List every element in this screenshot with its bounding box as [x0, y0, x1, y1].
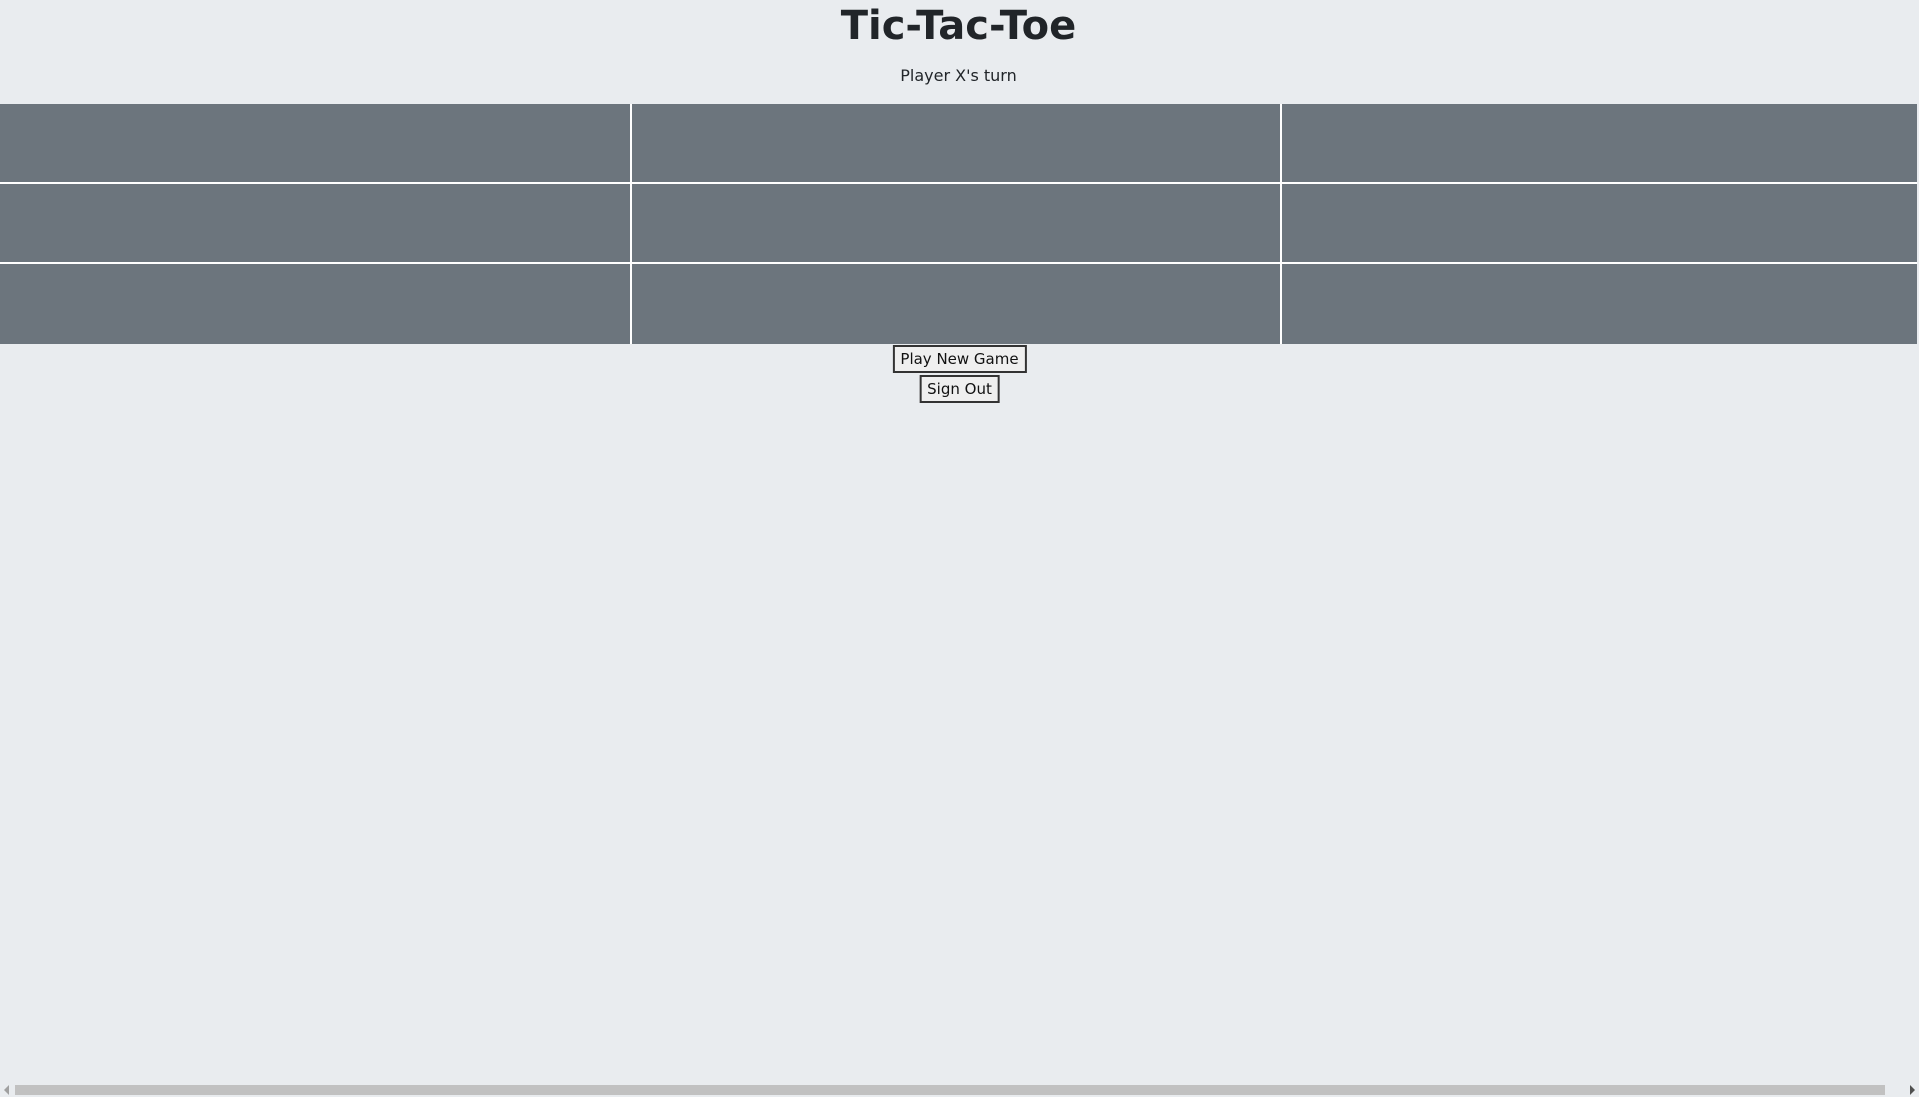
board-cell[interactable]: [1282, 184, 1917, 264]
sign-out-button[interactable]: Sign Out: [919, 375, 1000, 403]
board-cell[interactable]: [632, 184, 1282, 264]
board-cell[interactable]: [0, 184, 632, 264]
horizontal-scrollbar[interactable]: [0, 1080, 1919, 1097]
scrollbar-thumb[interactable]: [15, 1085, 1885, 1095]
turn-status: Player X's turn: [900, 66, 1017, 85]
page-title: Tic-Tac-Toe: [840, 3, 1077, 49]
scroll-left-icon[interactable]: [4, 1085, 9, 1095]
board-cell[interactable]: [0, 264, 632, 344]
board-cell[interactable]: [0, 104, 632, 184]
board-cell[interactable]: [632, 104, 1282, 184]
board-cell[interactable]: [632, 264, 1282, 344]
board-cell[interactable]: [1282, 264, 1917, 344]
game-page: Tic-Tac-Toe Player X's turn Play New Gam…: [0, 0, 1919, 1097]
board-cell[interactable]: [1282, 104, 1917, 184]
play-new-game-button[interactable]: Play New Game: [892, 345, 1027, 373]
game-board: [0, 104, 1917, 344]
scroll-right-icon[interactable]: [1910, 1085, 1915, 1095]
